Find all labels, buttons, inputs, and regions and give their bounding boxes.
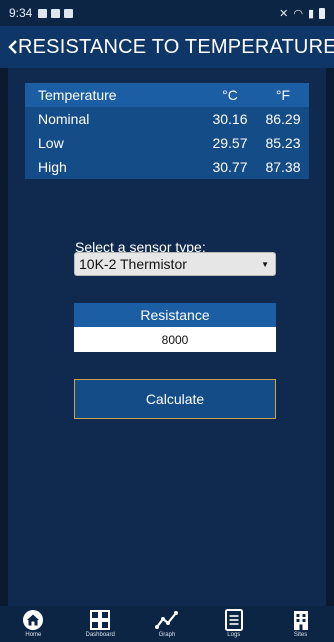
calculate-button[interactable]: Calculate (74, 379, 276, 419)
celsius-value: 29.57 (212, 135, 248, 151)
fahrenheit-value: 87.38 (265, 159, 301, 175)
app-header: RESISTANCE TO TEMPERATURE (0, 26, 334, 68)
fahrenheit-value: 86.29 (265, 111, 301, 127)
temperature-table: Temperature °C °F Nominal 30.16 86.29 Lo… (25, 83, 309, 179)
dashboard-icon (90, 610, 111, 630)
notification-icon (51, 8, 61, 18)
status-indicators: ✕ ◠ ▮ (279, 7, 325, 20)
table-row: High 30.77 87.38 (25, 155, 309, 179)
column-header-fahrenheit: °F (275, 87, 291, 103)
table-header-row: Temperature °C °F (25, 83, 309, 107)
status-bar: 9:34 ✕ ◠ ▮ (0, 0, 334, 26)
battery-icon (319, 7, 325, 19)
nav-label: Sites (293, 632, 308, 638)
home-icon (23, 610, 44, 630)
nav-item-home[interactable]: Home (8, 609, 58, 638)
celsius-value: 30.77 (212, 159, 248, 175)
fahrenheit-value: 85.23 (265, 135, 301, 151)
nav-label: Graph (158, 632, 176, 638)
resistance-label: Resistance (74, 303, 276, 327)
signal-icon: ▮ (307, 7, 314, 20)
row-label: Nominal (38, 111, 90, 127)
nav-label: Home (25, 632, 42, 638)
dropdown-arrow-icon: ▼ (261, 259, 269, 269)
resistance-group: Resistance (74, 303, 276, 352)
row-label: High (38, 159, 67, 175)
celsius-value: 30.16 (212, 111, 248, 127)
nav-item-sites[interactable]: Sites (276, 609, 326, 638)
column-header-celsius: °C (222, 87, 238, 103)
sensor-type-select[interactable]: 10K-2 Thermistor ▼ (74, 252, 276, 276)
status-time: 9:34 (9, 6, 33, 20)
page-title: RESISTANCE TO TEMPERATURE (18, 35, 334, 58)
nav-label: Logs (227, 632, 241, 638)
bottom-nav: Home Dashboard Graph Logs Sites (0, 606, 334, 642)
nav-item-graph[interactable]: Graph (142, 609, 192, 638)
column-header-temperature: Temperature (38, 87, 117, 103)
nav-item-logs[interactable]: Logs (209, 609, 259, 638)
wifi-icon: ◠ (293, 7, 303, 20)
main-content: Temperature °C °F Nominal 30.16 86.29 Lo… (8, 68, 326, 606)
table-row: Nominal 30.16 86.29 (25, 107, 309, 131)
resistance-input[interactable] (74, 327, 276, 352)
row-label: Low (38, 135, 64, 151)
back-arrow-icon[interactable] (8, 35, 18, 59)
nav-item-dashboard[interactable]: Dashboard (75, 609, 125, 638)
mute-icon: ✕ (279, 7, 289, 20)
nav-label: Dashboard (85, 632, 115, 638)
logs-icon (224, 609, 243, 631)
table-row: Low 29.57 85.23 (25, 131, 309, 155)
image-icon (64, 8, 74, 18)
sensor-type-selected: 10K-2 Thermistor (79, 256, 187, 272)
sites-icon (293, 611, 308, 630)
graph-icon (154, 611, 178, 629)
notification-icon (38, 8, 48, 18)
